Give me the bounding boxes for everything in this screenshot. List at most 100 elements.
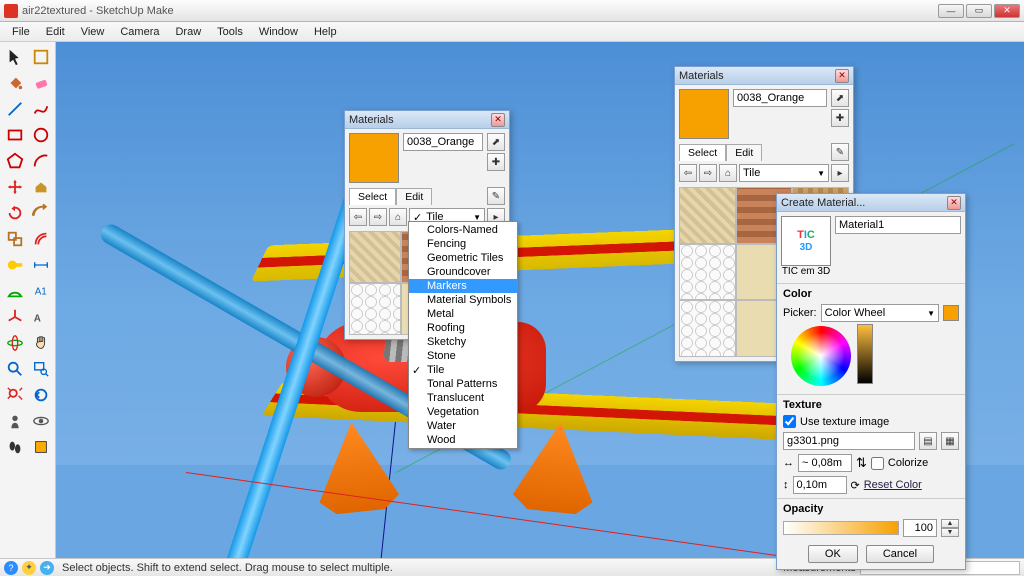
default-material-button[interactable]: ⬈ (487, 133, 505, 151)
browse-texture-button[interactable]: ▤ (919, 432, 937, 450)
dropdown-item[interactable]: Markers (409, 279, 517, 293)
axes-tool[interactable] (2, 304, 27, 329)
zoom-tool[interactable] (2, 356, 27, 381)
material-thumb[interactable] (349, 283, 401, 335)
orbit-tool[interactable] (2, 330, 27, 355)
picker-select[interactable]: Color Wheel▼ (821, 304, 939, 322)
scale-tool[interactable] (2, 226, 27, 251)
texture-height-input[interactable] (793, 476, 847, 494)
material-thumb[interactable] (679, 187, 736, 244)
tab-select[interactable]: Select (349, 188, 396, 205)
3dtext-tool[interactable]: A (28, 304, 53, 329)
eraser-tool[interactable] (28, 70, 53, 95)
rectangle-tool[interactable] (2, 122, 27, 147)
dropdown-item[interactable]: Vegetation (409, 405, 517, 419)
material-thumb[interactable] (679, 244, 736, 301)
dropdown-item[interactable]: Material Symbols (409, 293, 517, 307)
menu-draw[interactable]: Draw (167, 23, 209, 41)
dropdown-item[interactable]: ✓Tile (409, 363, 517, 377)
lookaround-tool[interactable] (28, 408, 53, 433)
panel-close-button[interactable]: ✕ (835, 69, 849, 83)
freehand-tool[interactable] (28, 96, 53, 121)
nav-back-button[interactable]: ⇦ (679, 164, 697, 182)
menu-help[interactable]: Help (306, 23, 345, 41)
link-icon[interactable]: ⇅ (856, 455, 867, 471)
geo-icon[interactable]: ? (4, 561, 18, 575)
dropdown-item[interactable]: Geometric Tiles (409, 251, 517, 265)
ok-button[interactable]: OK (808, 545, 858, 563)
polygon-tool[interactable] (2, 148, 27, 173)
zoom-extents-tool[interactable] (2, 382, 27, 407)
create-material-button[interactable]: ✚ (831, 109, 849, 127)
material-thumb[interactable] (349, 231, 401, 283)
edit-texture-button[interactable]: ▦ (941, 432, 959, 450)
panel-close-button[interactable]: ✕ (491, 113, 505, 127)
paint-bucket-tool[interactable] (2, 70, 27, 95)
current-color-swatch[interactable] (943, 305, 959, 321)
new-material-name-input[interactable] (835, 216, 961, 234)
tab-edit[interactable]: Edit (396, 188, 432, 205)
dropdown-item[interactable]: Roofing (409, 321, 517, 335)
dropdown-item[interactable]: Groundcover (409, 265, 517, 279)
menu-file[interactable]: File (4, 23, 38, 41)
create-material-button[interactable]: ✚ (487, 153, 505, 171)
position-camera-tool[interactable] (2, 408, 27, 433)
opacity-slider[interactable] (783, 521, 899, 535)
tape-tool[interactable] (2, 252, 27, 277)
dropdown-item[interactable]: Wood (409, 433, 517, 447)
current-material-swatch[interactable] (679, 89, 729, 139)
material-thumb[interactable] (679, 300, 736, 357)
nav-home-button[interactable]: ⌂ (719, 164, 737, 182)
reset-color-label[interactable]: Reset Color (864, 479, 922, 491)
panel-titlebar[interactable]: Materials ✕ (345, 111, 509, 129)
colorize-checkbox[interactable] (871, 457, 884, 470)
dropdown-item[interactable]: Tonal Patterns (409, 377, 517, 391)
color-wheel[interactable] (791, 326, 851, 386)
arc-tool[interactable] (28, 148, 53, 173)
circle-tool[interactable] (28, 122, 53, 147)
pushpull-tool[interactable] (28, 174, 53, 199)
library-menu-button[interactable]: ▸ (831, 164, 849, 182)
close-button[interactable]: ✕ (994, 4, 1020, 18)
protractor-tool[interactable] (2, 278, 27, 303)
offset-tool[interactable] (28, 226, 53, 251)
nav-home-button[interactable]: ⌂ (389, 208, 407, 226)
current-material-swatch[interactable] (349, 133, 399, 183)
followme-tool[interactable] (28, 200, 53, 225)
nav-forward-button[interactable]: ⇨ (369, 208, 387, 226)
texture-file-input[interactable] (783, 432, 915, 450)
signin-icon[interactable]: ➜ (40, 561, 54, 575)
dialog-close-button[interactable]: ✕ (947, 196, 961, 210)
previous-view-tool[interactable] (28, 382, 53, 407)
text-tool[interactable]: A1 (28, 278, 53, 303)
menu-edit[interactable]: Edit (38, 23, 73, 41)
value-slider[interactable] (857, 324, 873, 384)
panel-titlebar[interactable]: Materials ✕ (675, 67, 853, 85)
dropdown-item[interactable]: Water (409, 419, 517, 433)
dropdown-item[interactable]: Stone (409, 349, 517, 363)
walk-tool[interactable] (2, 434, 27, 459)
tab-select[interactable]: Select (679, 144, 726, 161)
opacity-spin-down[interactable]: ▼ (941, 528, 959, 537)
dropdown-item[interactable]: Translucent (409, 391, 517, 405)
line-tool[interactable] (2, 96, 27, 121)
opacity-spin-up[interactable]: ▲ (941, 519, 959, 528)
dropdown-item[interactable]: Colors-Named (409, 223, 517, 237)
menu-tools[interactable]: Tools (209, 23, 251, 41)
make-component-tool[interactable] (28, 44, 53, 69)
dropdown-item[interactable]: Sketchy (409, 335, 517, 349)
dialog-titlebar[interactable]: Create Material... ✕ (777, 194, 965, 212)
zoom-window-tool[interactable] (28, 356, 53, 381)
nav-back-button[interactable]: ⇦ (349, 208, 367, 226)
tab-edit[interactable]: Edit (726, 144, 762, 161)
maximize-button[interactable]: ▭ (966, 4, 992, 18)
default-material-button[interactable]: ⬈ (831, 89, 849, 107)
use-texture-checkbox[interactable] (783, 415, 796, 428)
pan-tool[interactable] (28, 330, 53, 355)
library-dropdown[interactable]: Colors-Named Fencing Geometric Tiles Gro… (408, 221, 518, 449)
minimize-button[interactable]: — (938, 4, 964, 18)
eyedropper-button[interactable]: ✎ (487, 187, 505, 205)
menu-window[interactable]: Window (251, 23, 306, 41)
eyedropper-button[interactable]: ✎ (831, 143, 849, 161)
move-tool[interactable] (2, 174, 27, 199)
